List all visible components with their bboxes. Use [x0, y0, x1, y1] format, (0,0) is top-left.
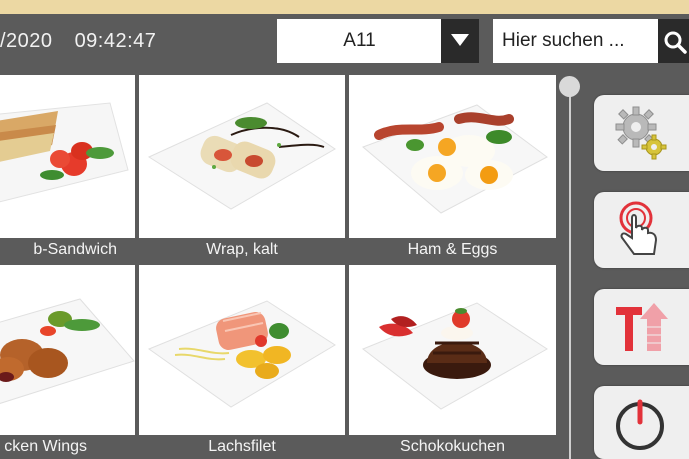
date-text: /2020	[0, 30, 53, 52]
power-button[interactable]	[594, 386, 689, 459]
food-image	[0, 265, 135, 435]
food-image	[349, 75, 556, 238]
chevron-down-icon	[451, 34, 469, 46]
font-size-button[interactable]	[594, 289, 689, 365]
menu-item-salmon[interactable]: Lachsfilet	[139, 265, 345, 459]
scrollbar-track[interactable]	[569, 80, 571, 459]
search-box	[493, 19, 689, 63]
food-image	[0, 75, 135, 238]
menu-item-chicken-wings[interactable]: cken Wings	[0, 265, 135, 459]
menu-grid: b-Sandwich Wrap, kalt Ham & Eggs cken Wi…	[0, 75, 556, 459]
menu-item-label: cken Wings	[0, 435, 135, 459]
food-image	[349, 265, 556, 435]
food-image	[139, 265, 345, 435]
search-input[interactable]	[493, 19, 658, 63]
touch-hand-icon	[619, 201, 658, 255]
search-button[interactable]	[658, 19, 689, 63]
settings-button[interactable]	[594, 95, 689, 171]
food-image	[139, 75, 345, 238]
time-text: 09:42:47	[74, 30, 157, 52]
menu-item-label: Ham & Eggs	[349, 238, 556, 262]
table-selector[interactable]: A11	[277, 19, 479, 63]
touch-button[interactable]	[594, 192, 689, 268]
scrollbar-thumb[interactable]	[559, 76, 580, 97]
table-selector-dropdown-button[interactable]	[441, 19, 479, 63]
menu-item-label: Schokokuchen	[349, 435, 556, 459]
text-size-icon	[616, 303, 668, 351]
power-icon	[616, 399, 664, 450]
search-icon	[664, 31, 687, 54]
menu-item-chocolate-cake[interactable]: Schokokuchen	[349, 265, 556, 459]
menu-item-label: b-Sandwich	[0, 238, 135, 262]
menu-item-label: Lachsfilet	[139, 435, 345, 459]
date-time: /2020 09:42:47	[0, 30, 156, 53]
menu-item-sandwich[interactable]: b-Sandwich	[0, 75, 135, 262]
top-strip	[0, 0, 689, 14]
table-selector-value: A11	[343, 30, 376, 51]
menu-item-wrap[interactable]: Wrap, kalt	[139, 75, 345, 262]
settings-gears-icon	[615, 106, 667, 160]
menu-item-label: Wrap, kalt	[139, 238, 345, 262]
menu-item-ham-eggs[interactable]: Ham & Eggs	[349, 75, 556, 262]
